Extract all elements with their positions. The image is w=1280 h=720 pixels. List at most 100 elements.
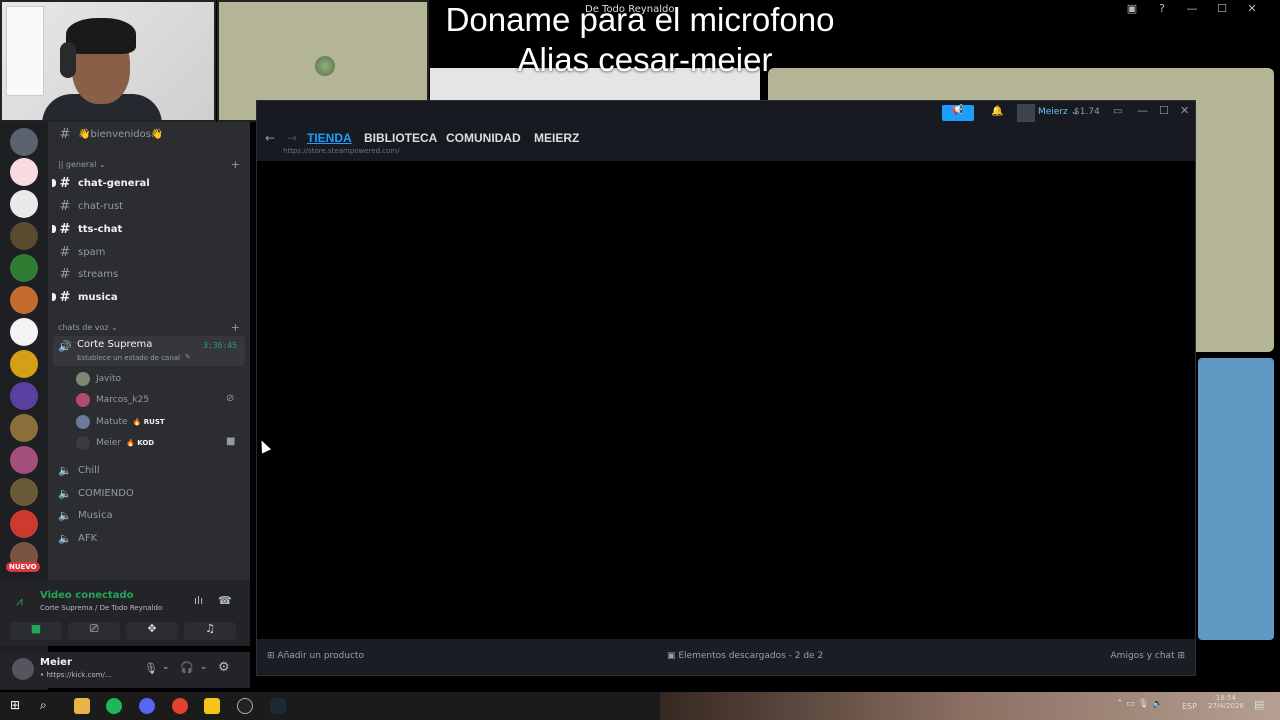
activities-button[interactable]: ✥ bbox=[126, 622, 178, 640]
server-icon[interactable] bbox=[10, 510, 38, 538]
chrome-icon[interactable] bbox=[172, 698, 188, 714]
channel-spam[interactable]: # spam bbox=[56, 241, 246, 263]
steam-icon[interactable] bbox=[270, 698, 286, 714]
server-icon[interactable] bbox=[10, 446, 38, 474]
chevron-down-icon[interactable]: ⌄ bbox=[162, 662, 170, 672]
voice-user[interactable]: Meier 🔥 KOD bbox=[76, 434, 154, 452]
voice-user[interactable]: Marcos_k25 bbox=[76, 391, 149, 409]
minimize-button[interactable]: — bbox=[1184, 2, 1200, 15]
language-indicator[interactable]: ESP bbox=[1182, 702, 1197, 711]
friends-chat-button[interactable]: Amigos y chat ⊞ bbox=[1111, 651, 1185, 661]
spotify-icon[interactable] bbox=[106, 698, 122, 714]
server-icon[interactable] bbox=[10, 414, 38, 442]
unread-indicator bbox=[52, 293, 56, 301]
downloads-status[interactable]: ▣ Elementos descargados - 2 de 2 bbox=[667, 651, 823, 661]
voice-channel-label: COMIENDO bbox=[78, 487, 134, 499]
add-product-button[interactable]: ⊞ Añadir un producto bbox=[267, 651, 364, 661]
help-icon[interactable]: ? bbox=[1154, 2, 1170, 15]
close-button[interactable]: ✕ bbox=[1244, 2, 1260, 15]
chevron-down-icon[interactable]: ⌄ bbox=[200, 662, 208, 672]
nav-biblioteca[interactable]: BIBLIOTECA bbox=[364, 131, 437, 145]
voice-channel-musica[interactable]: 🔈 Musica bbox=[56, 504, 246, 526]
headphones-icon[interactable]: 🎧 bbox=[180, 661, 194, 674]
tray-icons[interactable]: ⌃ ▭ 🎙 🔈 bbox=[1116, 699, 1163, 709]
active-voice-channel[interactable]: 🔊 Corte Suprema 3:36:45 Establece un est… bbox=[53, 336, 245, 366]
avatar[interactable] bbox=[1017, 104, 1035, 122]
maximize-button[interactable]: ☐ bbox=[1214, 2, 1230, 15]
panel-icon[interactable]: ▣ bbox=[1124, 2, 1140, 15]
voice-channel-afk[interactable]: 🔈 AFK bbox=[56, 527, 246, 549]
server-icon[interactable] bbox=[10, 222, 38, 250]
minimize-button[interactable]: — bbox=[1137, 104, 1148, 117]
soundboard-button[interactable]: ♫ bbox=[184, 622, 236, 640]
unread-indicator bbox=[52, 225, 56, 233]
channel-tts-chat[interactable]: # tts-chat bbox=[52, 218, 246, 240]
gear-icon[interactable]: ⚙ bbox=[218, 660, 230, 675]
category-label: chats de voz bbox=[58, 323, 109, 332]
obs-icon[interactable] bbox=[237, 698, 253, 714]
app-icon[interactable] bbox=[204, 698, 220, 714]
big-picture-icon[interactable]: ▭ bbox=[1113, 106, 1122, 117]
channel-label: musica bbox=[78, 291, 118, 303]
screenshare-button[interactable]: ⎚ bbox=[68, 622, 120, 640]
noise-suppression-icon[interactable]: ılı bbox=[194, 594, 203, 607]
server-icon[interactable] bbox=[10, 350, 38, 378]
category-general[interactable]: || general ⌄ bbox=[58, 160, 106, 169]
maximize-button[interactable]: ☐ bbox=[1159, 104, 1169, 117]
voice-user-name: Javito bbox=[96, 374, 122, 384]
search-icon[interactable]: ⌕ bbox=[40, 698, 56, 714]
server-icon[interactable] bbox=[10, 254, 38, 282]
pencil-icon[interactable]: ✎ bbox=[185, 353, 191, 361]
channel-chat-rust[interactable]: # chat-rust bbox=[56, 195, 246, 217]
channel-status-placeholder[interactable]: Establece un estado de canal bbox=[77, 354, 180, 362]
server-icon[interactable] bbox=[10, 318, 38, 346]
voice-channel-chill[interactable]: 🔈 Chill bbox=[56, 459, 246, 481]
streamer-hair bbox=[66, 18, 136, 54]
camera-toggle-button[interactable]: ■ bbox=[10, 622, 62, 640]
connection-status[interactable]: Video conectado bbox=[40, 590, 133, 601]
channel-musica[interactable]: # musica bbox=[52, 286, 246, 308]
avatar[interactable] bbox=[12, 658, 34, 680]
speaker-icon: 🔊 bbox=[58, 340, 72, 353]
nav-comunidad[interactable]: COMUNIDAD bbox=[446, 131, 521, 145]
voice-user-name: Matute bbox=[96, 417, 128, 427]
connection-location[interactable]: Corte Suprema / De Todo Reynaldo bbox=[40, 604, 162, 612]
disconnect-icon[interactable]: ☎ bbox=[218, 594, 232, 607]
avatar bbox=[76, 415, 90, 429]
clock[interactable]: 18:54 27/4/2026 bbox=[1208, 694, 1244, 710]
server-icon[interactable] bbox=[10, 478, 38, 506]
server-icon[interactable] bbox=[10, 382, 38, 410]
hash-icon: # bbox=[59, 221, 71, 237]
add-voice-channel-icon[interactable]: + bbox=[231, 321, 240, 334]
notification-icon[interactable]: ▤ bbox=[1254, 698, 1264, 711]
hash-icon: # bbox=[59, 244, 71, 260]
file-explorer-icon[interactable] bbox=[74, 698, 90, 714]
bell-icon[interactable]: 🔔 bbox=[991, 106, 1003, 117]
discord-icon[interactable] bbox=[139, 698, 155, 714]
server-icon[interactable] bbox=[10, 190, 38, 218]
user-name[interactable]: Meier bbox=[40, 657, 72, 668]
nav-tienda[interactable]: TIENDA bbox=[307, 131, 352, 145]
voice-user[interactable]: Matute 🔥 RUST bbox=[76, 413, 165, 431]
category-voice[interactable]: chats de voz ⌄ bbox=[58, 323, 118, 332]
voice-user[interactable]: Javito bbox=[76, 370, 121, 388]
channel-chat-general[interactable]: # chat-general bbox=[52, 172, 246, 194]
clock-date: 27/4/2026 bbox=[1208, 702, 1244, 710]
server-icon[interactable] bbox=[10, 128, 38, 156]
forward-arrow-icon[interactable]: → bbox=[287, 131, 297, 145]
add-channel-icon[interactable]: + bbox=[231, 158, 240, 171]
channel-bienvenidos[interactable]: # 👋bienvenidos👋 bbox=[56, 123, 246, 145]
channel-streams[interactable]: # streams bbox=[56, 263, 246, 285]
nav-meierz[interactable]: MEIERZ bbox=[534, 131, 579, 145]
windows-start-icon[interactable]: ⊞ bbox=[10, 698, 26, 714]
hash-icon: # bbox=[59, 289, 71, 305]
close-button[interactable]: ✕ bbox=[1180, 104, 1189, 117]
voice-channel-comiendo[interactable]: 🔈 COMIENDO bbox=[56, 482, 246, 504]
server-icon[interactable] bbox=[10, 286, 38, 314]
microphone-icon[interactable]: 🎙 bbox=[144, 662, 158, 675]
account-name[interactable]: Meierz ⌄ bbox=[1038, 107, 1078, 117]
announce-button[interactable]: 📢 bbox=[942, 105, 974, 121]
channel-label: spam bbox=[78, 246, 106, 258]
server-icon[interactable] bbox=[10, 158, 38, 186]
back-arrow-icon[interactable]: ← bbox=[265, 131, 275, 145]
